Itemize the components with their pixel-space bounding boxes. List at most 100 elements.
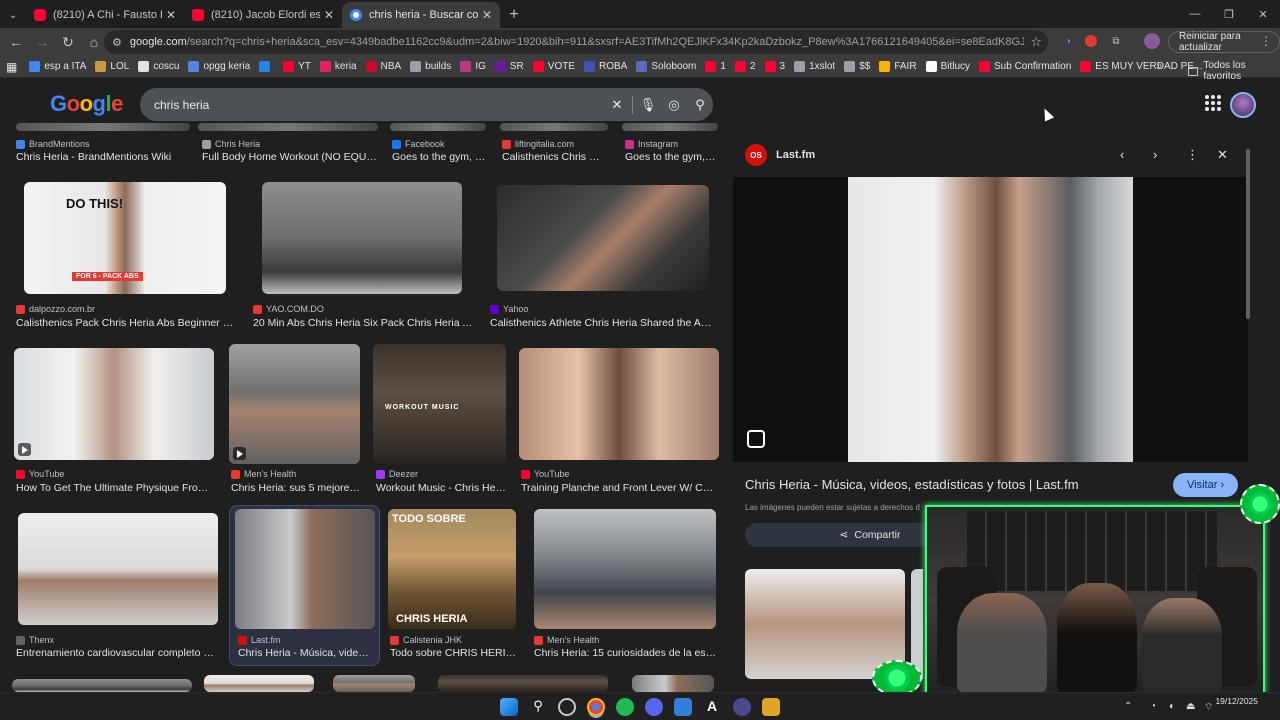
related-image[interactable] [911, 569, 923, 679]
google-lens-icon[interactable] [747, 430, 765, 448]
usb-icon[interactable]: ⏏ [1186, 701, 1195, 712]
close-tab-icon[interactable]: ✕ [166, 8, 176, 22]
search-icon[interactable]: ⚲ [529, 698, 547, 716]
bookmark-item[interactable]: 1xslot [794, 61, 835, 72]
notepad-icon[interactable] [674, 698, 692, 716]
avatar[interactable] [1230, 92, 1256, 118]
result-image[interactable] [12, 679, 192, 692]
result-image[interactable] [204, 675, 314, 692]
tab-search-icon[interactable]: ⌄ [0, 2, 26, 28]
result-image[interactable] [229, 344, 360, 464]
reload-icon[interactable]: ↻ [56, 30, 80, 54]
site-info-icon[interactable]: ⚙ [112, 36, 122, 49]
search-icon[interactable]: ⚲ [687, 92, 713, 118]
bookmark-item[interactable]: keria [319, 61, 357, 72]
result-image[interactable]: TODO SOBRE CHRIS HERIA [388, 509, 516, 629]
google-logo[interactable]: Google [50, 91, 123, 117]
lens-icon[interactable]: ◎ [661, 92, 687, 118]
result-caption[interactable]: Calisthenics Chris He... [502, 151, 607, 163]
bookmark-item[interactable]: YT [283, 61, 311, 72]
result-caption[interactable]: Goes to the gym, u... [392, 151, 487, 163]
text-app-icon[interactable]: A [703, 698, 721, 716]
volume-icon[interactable]: ◖ [1168, 701, 1174, 712]
home-icon[interactable]: ⌂ [82, 30, 106, 54]
tab-youtube-2[interactable]: (8210) Jacob Elordi es ovacionad ✕ [184, 2, 342, 28]
more-options-icon[interactable]: ⋮ [1186, 147, 1199, 163]
result-caption[interactable]: Chris Heria: 15 curiosidades de la estre… [534, 647, 718, 659]
result-caption[interactable]: Goes to the gym, u... [625, 151, 717, 163]
bookmark-item[interactable]: builds [410, 61, 451, 72]
result-image[interactable] [632, 675, 714, 692]
visit-button[interactable]: Visitar › [1173, 473, 1239, 497]
wifi-icon[interactable]: ⌔ [1204, 701, 1213, 714]
result-caption[interactable]: Full Body Home Workout (NO EQUIP... [202, 151, 377, 163]
chevron-left-icon[interactable]: ‹ [1120, 147, 1124, 162]
result-image[interactable] [14, 348, 214, 460]
google-apps-icon[interactable] [1205, 95, 1221, 111]
network-icon[interactable]: ◔ [1150, 701, 1156, 712]
clock[interactable]: 19/12/2025 [1215, 696, 1258, 707]
menu-kebab-icon[interactable]: ⋮ [1260, 34, 1272, 48]
extension-record-icon[interactable] [1085, 35, 1097, 47]
result-image[interactable] [500, 123, 608, 131]
chevron-more-icon[interactable]: » [1156, 60, 1162, 72]
bookmark-item[interactable]: SR [494, 61, 524, 72]
result-caption[interactable]: Training Planche and Front Lever W/ Chri… [521, 482, 719, 494]
extension-sound-icon[interactable]: ◗ [1061, 33, 1077, 49]
bookmark-item[interactable]: esp a ITA [29, 61, 86, 72]
result-image[interactable] [534, 509, 716, 629]
tab-google-search[interactable]: chris heria - Buscar con Google ✕ [342, 2, 500, 28]
mic-icon[interactable]: 🎙 [635, 92, 661, 118]
result-caption[interactable]: Todo sobre CHRIS HERIA:... [390, 647, 518, 659]
result-image-selected[interactable] [235, 509, 375, 629]
profile-icon[interactable] [1144, 33, 1160, 49]
bookmark-star-icon[interactable]: ☆ [1030, 34, 1042, 50]
panel-title[interactable]: Chris Heria - Música, videos, estadístic… [745, 477, 1079, 492]
result-image[interactable]: DO THIS! FOR 6 - PACK ABS [24, 182, 226, 294]
bookmark-item[interactable]: Bitlucy [925, 61, 970, 72]
obs-icon[interactable] [733, 698, 751, 716]
bookmark-item[interactable]: 3 [764, 61, 785, 72]
search-input[interactable] [154, 97, 604, 112]
bookmark-item[interactable]: coscu [138, 61, 179, 72]
result-image[interactable] [390, 123, 486, 131]
result-caption[interactable]: How To Get The Ultimate Physique From H.… [16, 482, 212, 494]
close-icon[interactable]: ✕ [1217, 147, 1228, 163]
result-image[interactable] [16, 123, 190, 131]
chevron-right-icon[interactable]: › [1153, 147, 1157, 162]
close-tab-icon[interactable]: ✕ [324, 8, 334, 22]
result-caption[interactable]: 20 Min Abs Chris Heria Six Pack Chris He… [253, 317, 475, 329]
bookmark-item[interactable]: $$ [844, 61, 870, 72]
result-caption[interactable]: Chris Heria - Música, videos,... [238, 647, 372, 659]
address-bar[interactable]: ⚙ google.com/search?q=chris+heria&sca_es… [104, 30, 1048, 54]
bookmark-item[interactable]: Soloboom [636, 61, 696, 72]
result-image[interactable] [262, 182, 462, 294]
app-icon[interactable] [762, 698, 780, 716]
result-image[interactable] [622, 123, 718, 131]
bookmark-item[interactable]: ES MUY VERDAD PE... [1080, 61, 1202, 72]
result-image[interactable] [497, 185, 709, 291]
minimize-icon[interactable]: — [1178, 0, 1212, 28]
chrome-icon[interactable] [587, 698, 605, 716]
result-caption[interactable]: Calisthenics Athlete Chris Heria Shared … [490, 317, 715, 329]
bookmark-item[interactable]: VOTE [532, 61, 575, 72]
preview-image[interactable] [848, 177, 1133, 462]
spotify-icon[interactable] [616, 698, 634, 716]
result-image[interactable] [519, 348, 719, 460]
result-image[interactable]: WORKOUT MUSIC [373, 344, 506, 464]
close-window-icon[interactable]: ✕ [1246, 0, 1280, 28]
result-caption[interactable]: Entrenamiento cardiovascular completo de… [16, 647, 216, 659]
close-tab-icon[interactable]: ✕ [482, 8, 492, 22]
bookmark-item[interactable]: LOL [95, 61, 129, 72]
bookmark-item[interactable]: ROBA [584, 61, 627, 72]
result-caption[interactable]: Chris Heria - BrandMentions Wiki [16, 151, 191, 163]
bookmark-item[interactable] [259, 61, 274, 72]
bookmark-item[interactable]: IG [460, 61, 486, 72]
tray-chevron-icon[interactable]: ⌃ [1124, 701, 1132, 712]
result-image[interactable] [18, 513, 218, 625]
bookmark-item[interactable]: 2 [734, 61, 756, 72]
bookmark-item[interactable]: NBA [365, 61, 401, 72]
result-caption[interactable]: Chris Heria: sus 5 mejores ... [231, 482, 361, 494]
extensions-puzzle-icon[interactable]: ⧉ [1108, 33, 1124, 49]
clear-icon[interactable]: ✕ [604, 92, 630, 118]
